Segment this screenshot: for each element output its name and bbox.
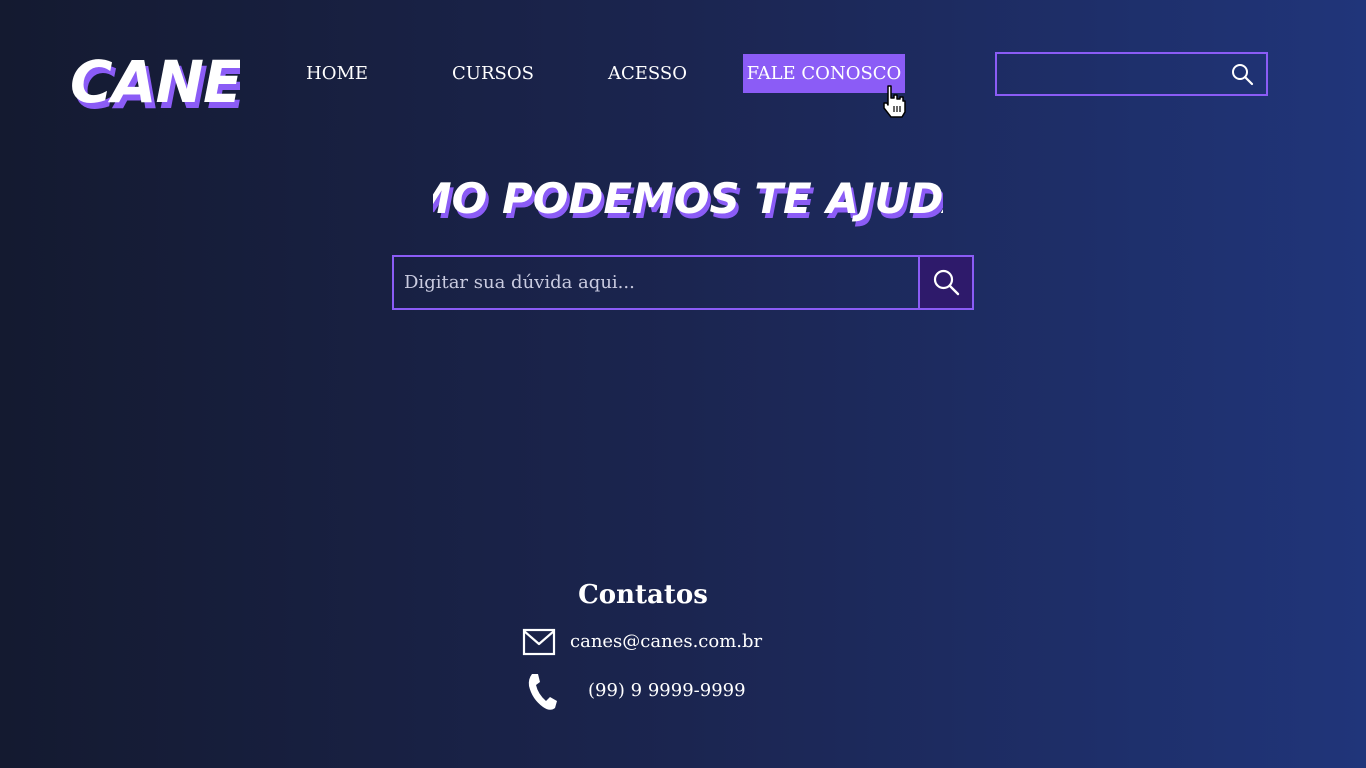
nav-acesso[interactable]: ACESSO bbox=[608, 54, 687, 93]
hero-title: COMO PODEMOS TE AJUDAR? COMO PODEMOS TE … bbox=[343, 162, 1035, 234]
header-search bbox=[995, 52, 1268, 96]
search-icon[interactable] bbox=[1230, 62, 1254, 86]
help-search-input[interactable] bbox=[394, 257, 920, 308]
contacts-title-text: Contatos bbox=[578, 580, 708, 610]
nav-home[interactable]: HOME bbox=[306, 54, 368, 93]
hand-cursor-icon bbox=[880, 84, 908, 120]
search-icon bbox=[933, 269, 960, 296]
hero-title-text: COMO PODEMOS TE AJUDAR? bbox=[433, 174, 943, 223]
contact-email-text[interactable]: canes@canes.com.br bbox=[570, 631, 762, 652]
nav-cursos[interactable]: CURSOS bbox=[452, 54, 534, 93]
help-search-button[interactable] bbox=[920, 257, 972, 308]
logo[interactable]: CANES CANES bbox=[68, 44, 287, 122]
logo-graphic: CANES CANES bbox=[70, 48, 287, 122]
help-search bbox=[392, 255, 974, 310]
logo-text: CANES bbox=[70, 48, 240, 116]
contact-phone-text[interactable]: (99) 9 9999-9999 bbox=[588, 680, 746, 701]
header-search-input[interactable] bbox=[997, 54, 1217, 94]
contacts-title: Contatos bbox=[0, 580, 1366, 610]
phone-icon bbox=[528, 674, 557, 710]
mail-icon bbox=[522, 628, 556, 656]
